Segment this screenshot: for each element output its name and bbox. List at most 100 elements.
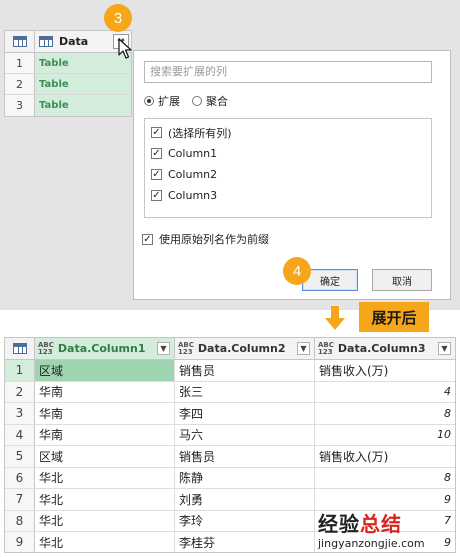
table-row[interactable]: 2 华南 张三 4 <box>5 381 455 403</box>
column-header-label: Data.Column1 <box>57 342 146 355</box>
table-menu-button[interactable] <box>5 31 35 52</box>
expand-mode-options: 扩展 聚合 <box>144 93 240 109</box>
table-cell[interactable]: 李玲 <box>175 510 315 531</box>
filter-dropdown-icon[interactable]: ▼ <box>157 342 170 355</box>
table-row[interactable]: 3 华南 李四 8 <box>5 403 455 425</box>
expand-radio-label: 扩展 <box>158 95 180 108</box>
checkbox-checked-icon: ✓ <box>151 169 162 180</box>
table-icon <box>12 36 27 47</box>
checklist-item-select-all[interactable]: ✓ (选择所有列) <box>145 122 431 143</box>
any-type-icon: ABC 123 <box>318 340 334 356</box>
column-header-label: Data.Column3 <box>337 342 426 355</box>
column-header-1[interactable]: ABC 123 Data.Column1 ▼ <box>35 338 175 359</box>
column-header-3[interactable]: ABC 123 Data.Column3 ▼ <box>315 338 455 359</box>
table-cell[interactable]: 李桂芬 <box>175 532 315 552</box>
source-table-header: Data ↔ <box>5 31 131 53</box>
table-cell[interactable]: 10 <box>315 425 455 446</box>
site-watermark: 经验总结 jingyanzongjie.com <box>318 508 425 550</box>
row-index: 3 <box>5 95 35 116</box>
table-type-icon <box>39 36 53 47</box>
table-cell[interactable]: 销售收入(万) <box>315 360 455 381</box>
filter-dropdown-icon[interactable]: ▼ <box>297 342 310 355</box>
table-cell[interactable]: 马六 <box>175 424 315 445</box>
table-cell[interactable]: 华南 <box>35 381 175 402</box>
checklist-label: Column2 <box>168 168 218 181</box>
checkbox-checked-icon: ✓ <box>151 148 162 159</box>
any-type-icon: ABC 123 <box>178 340 194 356</box>
table-row[interactable]: 6 华北 陈静 8 <box>5 467 455 489</box>
table-cell[interactable]: 华北 <box>35 467 175 488</box>
table-cell[interactable]: 李四 <box>175 403 315 424</box>
table-cell[interactable]: 8 <box>315 468 455 489</box>
prefix-option[interactable]: ✓ 使用原始列名作为前缀 <box>142 231 269 247</box>
cancel-button[interactable]: 取消 <box>372 269 432 291</box>
mouse-cursor-icon <box>118 38 132 59</box>
row-index: 7 <box>5 489 35 510</box>
table-link-cell[interactable]: Table <box>35 95 131 116</box>
checkbox-checked-icon: ✓ <box>151 190 162 201</box>
step-4-badge: 4 <box>283 257 311 285</box>
table-row: 3 Table <box>5 95 131 116</box>
table-cell[interactable]: 销售收入(万) <box>315 446 455 467</box>
column-header-label: Data.Column2 <box>197 342 286 355</box>
row-index: 3 <box>5 403 35 424</box>
data-column-header[interactable]: Data ↔ <box>35 31 131 52</box>
table-cell[interactable]: 华南 <box>35 403 175 424</box>
column-search-input[interactable]: 搜索要扩展的列 <box>144 61 432 83</box>
aggregate-radio-label: 聚合 <box>206 95 228 108</box>
checklist-item-column3[interactable]: ✓ Column3 <box>145 185 431 206</box>
table-cell[interactable]: 9 <box>315 489 455 510</box>
expand-radio-option[interactable]: 扩展 <box>144 93 180 109</box>
table-cell[interactable]: 陈静 <box>175 467 315 488</box>
checklist-item-column2[interactable]: ✓ Column2 <box>145 164 431 185</box>
filter-dropdown-icon[interactable]: ▼ <box>438 342 451 355</box>
table-cell[interactable]: 4 <box>315 382 455 403</box>
watermark-title: 经验总结 <box>318 512 402 536</box>
table-menu-button[interactable] <box>5 338 35 359</box>
table-row[interactable]: 4 华南 马六 10 <box>5 424 455 446</box>
table-row[interactable]: 5 区域 销售员 销售收入(万) <box>5 446 455 468</box>
table-cell[interactable]: 华南 <box>35 424 175 445</box>
table-row: 2 Table <box>5 74 131 95</box>
column-header-2[interactable]: ABC 123 Data.Column2 ▼ <box>175 338 315 359</box>
table-cell[interactable]: 销售员 <box>175 360 315 381</box>
result-table-header: ABC 123 Data.Column1 ▼ ABC 123 Data.Column… <box>5 338 455 360</box>
row-index: 2 <box>5 381 35 402</box>
down-arrow-icon <box>325 306 345 330</box>
checklist-item-column1[interactable]: ✓ Column1 <box>145 143 431 164</box>
any-type-icon: ABC 123 <box>38 340 54 356</box>
table-cell[interactable]: 刘勇 <box>175 489 315 510</box>
table-link-cell[interactable]: Table <box>35 53 131 73</box>
table-cell[interactable]: 区域 <box>35 360 175 381</box>
checklist-label: Column1 <box>168 147 218 160</box>
row-index: 2 <box>5 74 35 94</box>
row-index: 9 <box>5 532 35 552</box>
row-index: 6 <box>5 467 35 488</box>
aggregate-radio-option[interactable]: 聚合 <box>192 93 228 109</box>
data-column-label: Data <box>59 35 89 48</box>
table-cell[interactable]: 销售员 <box>175 446 315 467</box>
row-index: 1 <box>5 360 35 381</box>
table-icon <box>12 343 27 354</box>
prefix-option-label: 使用原始列名作为前缀 <box>159 233 269 246</box>
table-link-cell[interactable]: Table <box>35 74 131 94</box>
radio-unselected-icon <box>192 96 202 106</box>
checklist-label: Column3 <box>168 189 218 202</box>
table-cell[interactable]: 华北 <box>35 510 175 531</box>
row-index: 5 <box>5 446 35 467</box>
checkbox-checked-icon: ✓ <box>151 127 162 138</box>
radio-selected-icon <box>144 96 154 106</box>
table-cell[interactable]: 华北 <box>35 532 175 552</box>
table-cell[interactable]: 区域 <box>35 446 175 467</box>
row-index: 4 <box>5 424 35 445</box>
table-cell[interactable]: 8 <box>315 403 455 424</box>
row-index: 8 <box>5 510 35 531</box>
table-cell[interactable]: 华北 <box>35 489 175 510</box>
table-cell[interactable]: 张三 <box>175 381 315 402</box>
source-table: Data ↔ 1 Table 2 Table 3 Table <box>4 30 132 117</box>
step-3-badge: 3 <box>104 4 132 32</box>
table-row[interactable]: 1 区域 销售员 销售收入(万) <box>5 360 455 382</box>
query-editor-top-panel: Data ↔ 1 Table 2 Table 3 Table 3 搜索要扩展的列… <box>0 0 460 310</box>
table-row: 1 Table <box>5 53 131 74</box>
after-expand-label: 展开后 <box>359 302 429 332</box>
